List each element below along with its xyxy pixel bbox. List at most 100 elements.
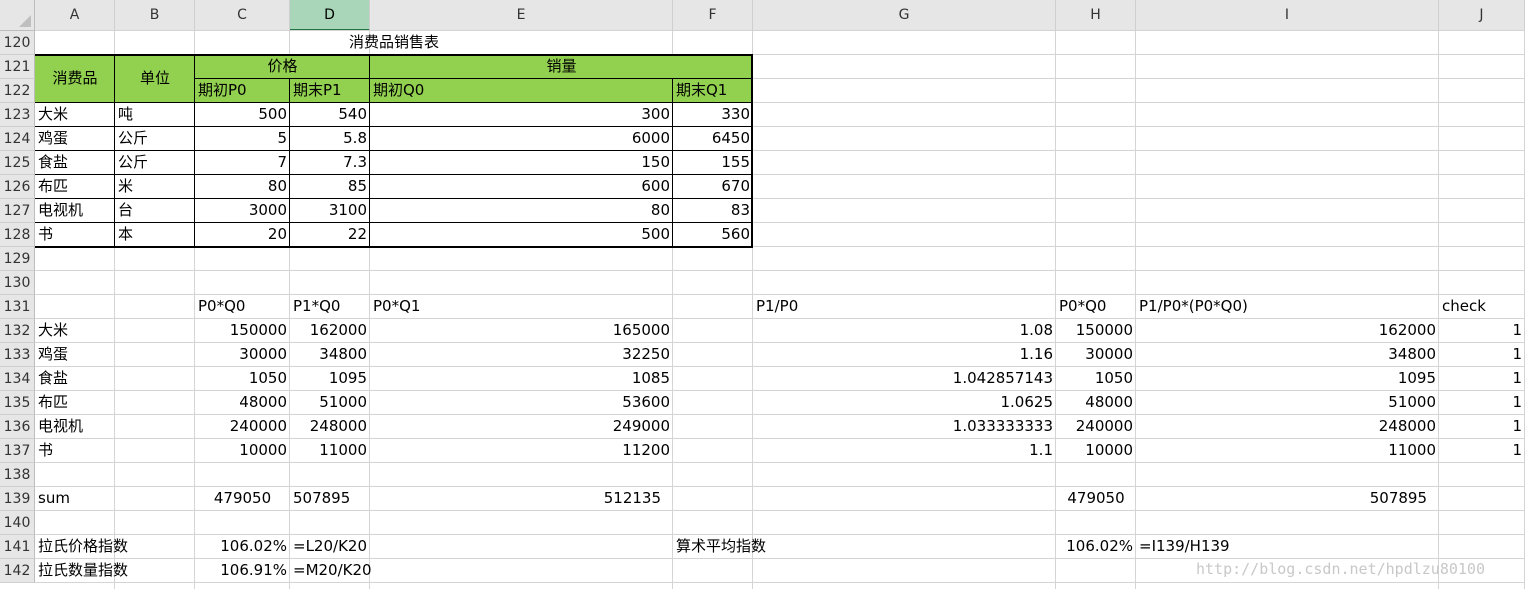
header-p1[interactable]: 期末P1 [290, 79, 370, 103]
column-header-e[interactable]: E [370, 0, 673, 31]
cell-p1[interactable]: 540 [290, 103, 370, 127]
sum-c[interactable]: 479050 [195, 487, 290, 511]
cell-p1[interactable]: 85 [290, 175, 370, 199]
row-header-120[interactable]: 120 [0, 31, 35, 55]
row-header-127[interactable]: 127 [0, 199, 35, 223]
cell-p1[interactable]: 5.8 [290, 127, 370, 151]
calc-product[interactable]: 电视机 [35, 415, 115, 439]
cell-product[interactable]: 大米 [35, 103, 115, 127]
calc-header-ratio[interactable]: P1/P0 [753, 295, 1056, 319]
calc-header-p0q1[interactable]: P0*Q1 [370, 295, 673, 319]
calc-p1q0[interactable]: 248000 [290, 415, 370, 439]
arith-index-value[interactable]: 106.02% [1056, 535, 1136, 559]
cell-unit[interactable]: 公斤 [115, 127, 195, 151]
cell-unit[interactable]: 公斤 [115, 151, 195, 175]
calc-p0q1[interactable]: 11200 [370, 439, 673, 463]
calc-weighted[interactable]: 51000 [1136, 391, 1439, 415]
calc-weighted[interactable]: 1095 [1136, 367, 1439, 391]
calc-h[interactable]: 30000 [1056, 343, 1136, 367]
row-header-122[interactable]: 122 [0, 79, 35, 103]
column-header-b[interactable]: B [115, 0, 195, 31]
table-title[interactable]: 消费品销售表 [35, 31, 753, 55]
sum-i[interactable]: 507895 [1136, 487, 1439, 511]
header-unit[interactable]: 单位 [115, 67, 195, 91]
calc-weighted[interactable]: 248000 [1136, 415, 1439, 439]
row-header-130[interactable]: 130 [0, 271, 35, 295]
header-p0[interactable]: 期初P0 [195, 79, 290, 103]
calc-weighted[interactable]: 11000 [1136, 439, 1439, 463]
calc-p1q0[interactable]: 34800 [290, 343, 370, 367]
sum-d[interactable]: 507895 [290, 487, 370, 511]
cell-p0[interactable]: 3000 [195, 199, 290, 223]
row-header-133[interactable]: 133 [0, 343, 35, 367]
calc-product[interactable]: 大米 [35, 319, 115, 343]
cell-q0[interactable]: 600 [370, 175, 673, 199]
calc-header-check[interactable]: check [1439, 295, 1525, 319]
arith-index-formula[interactable]: =I139/H139 [1136, 535, 1439, 559]
calc-ratio[interactable]: 1.0625 [753, 391, 1056, 415]
column-header-a[interactable]: A [35, 0, 115, 31]
calc-product[interactable]: 书 [35, 439, 115, 463]
select-all-corner[interactable] [0, 0, 35, 31]
calc-ratio[interactable]: 1.08 [753, 319, 1056, 343]
row-header-128[interactable]: 128 [0, 223, 35, 247]
row-header-134[interactable]: 134 [0, 367, 35, 391]
cell-q0[interactable]: 300 [370, 103, 673, 127]
calc-ratio[interactable]: 1.033333333 [753, 415, 1056, 439]
calc-weighted[interactable]: 162000 [1136, 319, 1439, 343]
arith-index-label[interactable]: 算术平均指数 [673, 535, 1056, 559]
cell-q1[interactable]: 670 [673, 175, 753, 199]
cell-q0[interactable]: 150 [370, 151, 673, 175]
calc-p0q1[interactable]: 165000 [370, 319, 673, 343]
sum-label[interactable]: sum [35, 487, 115, 511]
calc-check[interactable]: 1 [1439, 319, 1525, 343]
calc-h[interactable]: 150000 [1056, 319, 1136, 343]
calc-p1q0[interactable]: 51000 [290, 391, 370, 415]
calc-p0q0[interactable]: 30000 [195, 343, 290, 367]
row-header-124[interactable]: 124 [0, 127, 35, 151]
calc-header-p1q0[interactable]: P1*Q0 [290, 295, 370, 319]
row-header-139[interactable]: 139 [0, 487, 35, 511]
calc-check[interactable]: 1 [1439, 391, 1525, 415]
row-header-121[interactable]: 121 [0, 55, 35, 79]
row-header-136[interactable]: 136 [0, 415, 35, 439]
cell-p0[interactable]: 5 [195, 127, 290, 151]
cell-q0[interactable]: 80 [370, 199, 673, 223]
cell-product[interactable]: 布匹 [35, 175, 115, 199]
row-header-138[interactable]: 138 [0, 463, 35, 487]
calc-p0q0[interactable]: 48000 [195, 391, 290, 415]
row-header-125[interactable]: 125 [0, 151, 35, 175]
calc-product[interactable]: 鸡蛋 [35, 343, 115, 367]
cell-unit[interactable]: 台 [115, 199, 195, 223]
column-header-g[interactable]: G [753, 0, 1056, 31]
cell-product[interactable]: 鸡蛋 [35, 127, 115, 151]
calc-h[interactable]: 240000 [1056, 415, 1136, 439]
calc-check[interactable]: 1 [1439, 367, 1525, 391]
calc-h[interactable]: 1050 [1056, 367, 1136, 391]
calc-h[interactable]: 10000 [1056, 439, 1136, 463]
laspeyres-qty-formula[interactable]: =M20/K20 [290, 559, 372, 583]
header-consumer[interactable]: 消费品 [35, 67, 115, 91]
cell-p1[interactable]: 3100 [290, 199, 370, 223]
row-header-129[interactable]: 129 [0, 247, 35, 271]
row-header-135[interactable]: 135 [0, 391, 35, 415]
header-volume[interactable]: 销量 [370, 55, 753, 79]
cell-p0[interactable]: 500 [195, 103, 290, 127]
cell-p1[interactable]: 22 [290, 223, 370, 247]
spreadsheet-grid[interactable]: ABCDEFGHIJ 120 121 122 123 124 125 126 127 128 12… [0, 0, 1525, 589]
calc-p0q0[interactable]: 1050 [195, 367, 290, 391]
column-header-h[interactable]: H [1056, 0, 1136, 31]
cell-q0[interactable]: 500 [370, 223, 673, 247]
header-q1[interactable]: 期末Q1 [673, 79, 753, 103]
calc-weighted[interactable]: 34800 [1136, 343, 1439, 367]
column-header-f[interactable]: F [673, 0, 753, 31]
calc-p1q0[interactable]: 11000 [290, 439, 370, 463]
cell-q1[interactable]: 83 [673, 199, 753, 223]
row-header-137[interactable]: 137 [0, 439, 35, 463]
header-q0[interactable]: 期初Q0 [370, 79, 673, 103]
cell-p0[interactable]: 20 [195, 223, 290, 247]
laspeyres-qty-value[interactable]: 106.91% [195, 559, 290, 583]
cell-p0[interactable]: 7 [195, 151, 290, 175]
calc-p1q0[interactable]: 1095 [290, 367, 370, 391]
cell-unit[interactable]: 米 [115, 175, 195, 199]
